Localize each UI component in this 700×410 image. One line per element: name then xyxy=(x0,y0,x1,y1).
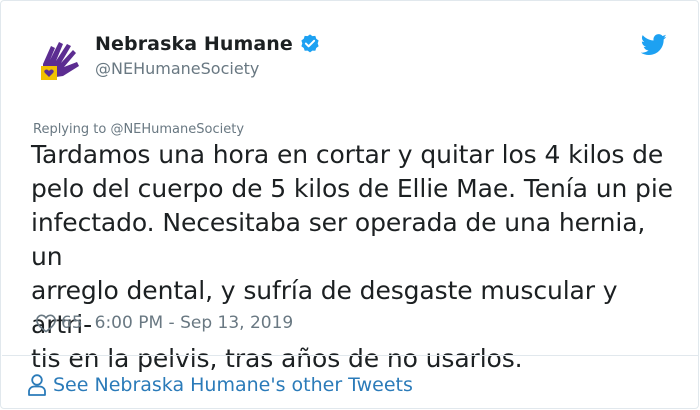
hand-heart-logo-icon[interactable] xyxy=(37,34,85,82)
author-name-row[interactable]: Nebraska Humane xyxy=(95,33,321,55)
tweet-text-line: tis en la pelvis, tras años de no usarlo… xyxy=(31,344,523,373)
person-icon xyxy=(28,374,46,396)
reply-mention-link[interactable]: @NEHumaneSociety xyxy=(110,122,244,137)
see-other-tweets-label[interactable]: See Nebraska Humane's other Tweets xyxy=(53,374,413,396)
reply-context-prefix: Replying to xyxy=(33,122,107,137)
twitter-bird-icon[interactable] xyxy=(641,34,667,56)
verified-badge-icon xyxy=(301,34,319,53)
reply-context: Replying to @NEHumaneSociety xyxy=(33,122,244,137)
footer-divider xyxy=(2,355,699,356)
tweet-text-line: Tardamos una hora en cortar y quitar los… xyxy=(31,140,664,169)
author-handle[interactable]: @NEHumaneSociety xyxy=(95,59,259,78)
tweet-text: Tardamos una hora en cortar y quitar los… xyxy=(31,138,681,376)
tweet-card: Nebraska Humane @NEHumaneSociety Replyin… xyxy=(0,0,699,409)
tweet-meta-row: 65 6:00 PM - Sep 13, 2019 xyxy=(35,313,293,333)
heart-icon[interactable] xyxy=(35,313,57,333)
tweet-text-line: infectado. Necesitaba ser operada de una… xyxy=(31,208,646,271)
author-display-name[interactable]: Nebraska Humane xyxy=(95,33,293,55)
see-other-tweets-link[interactable]: See Nebraska Humane's other Tweets xyxy=(27,373,413,397)
tweet-text-line: pelo del cuerpo de 5 kilos de Ellie Mae.… xyxy=(31,174,673,203)
like-count[interactable]: 65 xyxy=(61,313,83,333)
tweet-timestamp[interactable]: 6:00 PM - Sep 13, 2019 xyxy=(95,313,294,333)
